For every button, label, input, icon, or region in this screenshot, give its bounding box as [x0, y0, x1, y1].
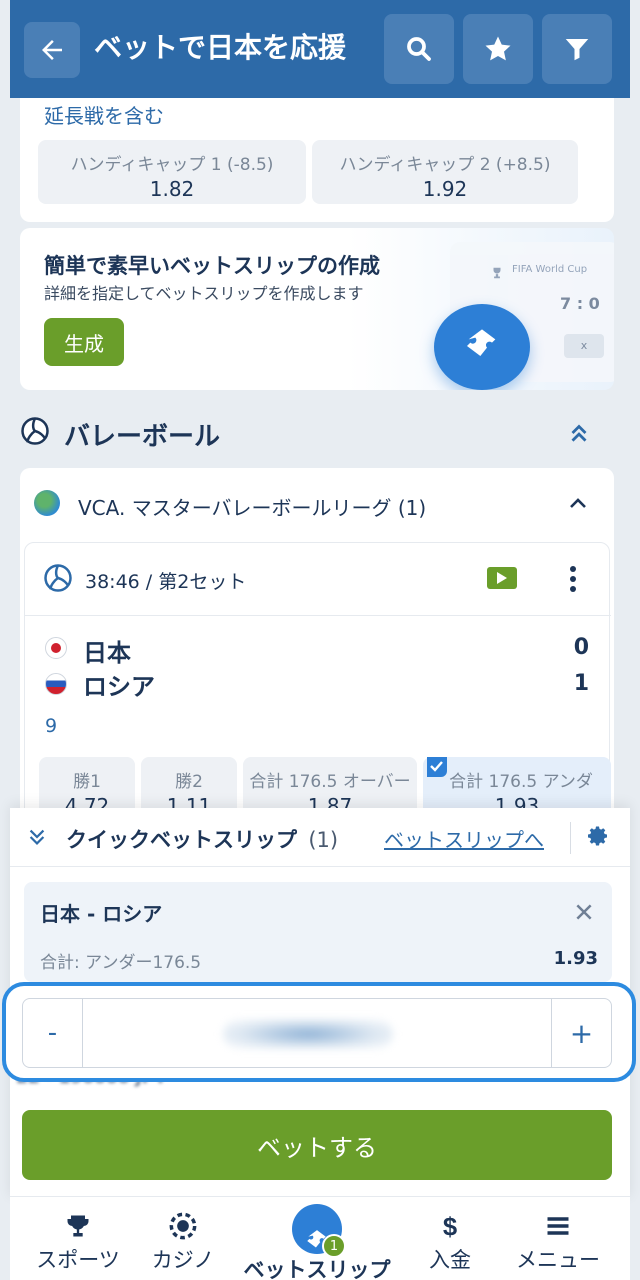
- close-icon[interactable]: [574, 902, 594, 922]
- ticket-badge: [434, 304, 530, 390]
- stake-field: - +: [22, 998, 612, 1068]
- collapse-double-chevron-icon[interactable]: [566, 420, 592, 446]
- trophy-icon: [493, 267, 501, 279]
- bet-market: 合計: アンダー176.5: [40, 953, 202, 973]
- odds-value: 1.92: [422, 177, 468, 201]
- odds-label: ハンディキャップ 1 (-8.5): [70, 155, 274, 175]
- stake-plus-button[interactable]: +: [551, 999, 611, 1067]
- promo-title: 簡単で素早いベットスリップの作成: [44, 254, 380, 278]
- tab-menu[interactable]: メニュー: [508, 1200, 608, 1280]
- favorites-button[interactable]: [463, 14, 533, 84]
- volleyball-icon: [21, 417, 49, 445]
- page-title: ベットで日本を応援: [94, 31, 347, 64]
- bet-match: 日本 - ロシア: [40, 902, 163, 926]
- tab-label: ベットスリップ: [243, 1258, 391, 1280]
- team1-score: 0: [573, 635, 589, 660]
- ticket-icon: [467, 329, 496, 356]
- filter-button[interactable]: [542, 14, 612, 84]
- odds-handicap-1[interactable]: ハンディキャップ 1 (-8.5) 1.82: [38, 140, 306, 204]
- menu-icon: [547, 1217, 569, 1235]
- promo-art-x: x: [564, 334, 604, 358]
- team2-name: ロシア: [83, 673, 155, 701]
- stake-minus-button[interactable]: -: [23, 999, 83, 1067]
- odds-label: 勝2: [175, 772, 203, 792]
- gear-icon[interactable]: [586, 824, 610, 848]
- tab-deposit[interactable]: $ 入金: [410, 1200, 490, 1280]
- market-card: 延長戦を含む ハンディキャップ 1 (-8.5) 1.82 ハンディキャップ 2…: [20, 98, 614, 222]
- tab-casino[interactable]: カジノ: [138, 1200, 228, 1280]
- quick-betslip-count: (1): [308, 828, 339, 852]
- tab-label: 入金: [429, 1248, 471, 1272]
- arrow-left-icon: [42, 40, 62, 60]
- section-title: バレーボール: [64, 422, 221, 452]
- match-card: 38:46 / 第2セット 日本 0 ロシア 1 9 勝1 4.72 勝2 1.…: [24, 542, 611, 819]
- promo-banner: 簡単で素早いベットスリップの作成 詳細を指定してベットスリップを作成します 生成…: [20, 228, 614, 390]
- odds-label: ハンディキャップ 2 (+8.5): [339, 155, 551, 175]
- betslip-ticket-icon: 1: [292, 1204, 346, 1258]
- play-icon: [497, 572, 507, 584]
- app-header: ベットで日本を応援: [10, 0, 630, 98]
- chevron-up-icon[interactable]: [566, 492, 590, 516]
- promo-art-score: 7 : 0: [560, 294, 600, 313]
- bet-item: 日本 - ロシア 合計: アンダー176.5 1.93: [24, 882, 612, 982]
- betslip-count-badge: 1: [322, 1234, 346, 1258]
- filter-icon: [565, 39, 589, 61]
- live-stream-button[interactable]: [487, 567, 517, 589]
- generate-button[interactable]: 生成: [44, 318, 124, 366]
- japan-flag-icon: [45, 637, 67, 659]
- tab-label: スポーツ: [36, 1248, 120, 1272]
- extra-count: 9: [45, 715, 58, 737]
- odds-label: 合計 176.5 アンダ: [449, 772, 593, 792]
- search-button[interactable]: [384, 14, 454, 84]
- back-button[interactable]: [24, 22, 80, 78]
- russia-flag-icon: [45, 673, 67, 695]
- place-bet-button[interactable]: ベットする: [22, 1110, 612, 1180]
- search-icon: [407, 37, 431, 61]
- divider: [10, 866, 630, 867]
- selected-check-icon: [427, 757, 447, 777]
- team1-name: 日本: [83, 639, 131, 667]
- odds-handicap-2[interactable]: ハンディキャップ 2 (+8.5) 1.92: [312, 140, 578, 204]
- odds-label: 合計 176.5 オーバー: [249, 772, 411, 792]
- star-icon: [485, 36, 511, 61]
- tab-sports[interactable]: スポーツ: [24, 1200, 132, 1280]
- market-title: 延長戦を含む: [44, 104, 164, 128]
- globe-icon: [34, 490, 60, 516]
- tab-betslip[interactable]: 1 ベットスリップ: [234, 1196, 400, 1280]
- volleyball-icon: [44, 564, 72, 592]
- promo-subtitle: 詳細を指定してベットスリップを作成します: [44, 284, 364, 303]
- svg-text:$: $: [443, 1213, 457, 1240]
- odds-value: 1.82: [149, 177, 195, 201]
- quick-betslip-title-text: クイックベットスリップ: [66, 828, 297, 852]
- divider: [25, 615, 611, 616]
- bet-odds: 1.93: [553, 948, 598, 969]
- collapse-chevron-icon[interactable]: [26, 826, 48, 848]
- stake-input[interactable]: [223, 1019, 393, 1049]
- go-to-betslip-link[interactable]: ベットスリップへ: [384, 824, 544, 853]
- match-time: 38:46 / 第2セット: [85, 571, 247, 593]
- more-vertical-icon[interactable]: [561, 563, 585, 595]
- team2-score: 1: [573, 671, 589, 696]
- quick-betslip-title: クイックベットスリップ (1): [66, 824, 338, 854]
- trophy-icon: [67, 1215, 89, 1237]
- divider: [570, 822, 571, 854]
- league-card: VCA. マスターバレーボールリーグ (1) 38:46 / 第2セット 日本 …: [20, 468, 614, 819]
- casino-chip-icon: [169, 1212, 197, 1240]
- odds-label: 勝1: [73, 772, 101, 792]
- dollar-icon: $: [443, 1213, 457, 1240]
- promo-art-text: FIFA World Cup: [512, 264, 588, 275]
- tab-label: カジノ: [151, 1248, 215, 1272]
- league-name[interactable]: VCA. マスターバレーボールリーグ (1): [78, 492, 426, 521]
- tab-label: メニュー: [516, 1248, 600, 1272]
